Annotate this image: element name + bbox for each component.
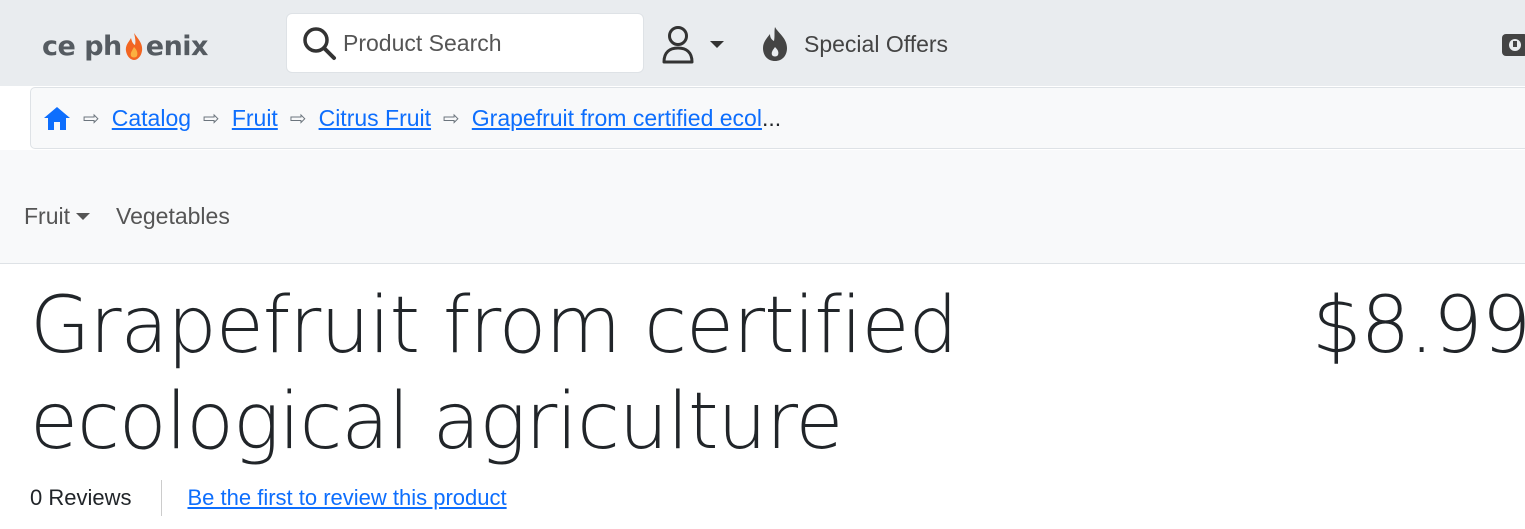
breadcrumb-separator: ⇨: [443, 107, 460, 130]
reviews-count: 0 Reviews: [30, 480, 163, 516]
home-icon[interactable]: [43, 105, 71, 131]
fire-icon: [763, 27, 787, 61]
special-offers-label: Special Offers: [804, 30, 949, 57]
breadcrumb-truncation: ...: [761, 104, 782, 131]
top-navbar: ce ph enix Special Offers: [0, 0, 1525, 86]
special-offers-link[interactable]: Special Offers: [758, 22, 948, 66]
breadcrumb-separator: ⇨: [83, 107, 100, 130]
product-reviews: 0 Reviews Be the first to review this pr…: [30, 480, 507, 516]
product-price: $8.99: [1312, 281, 1525, 371]
cart-icon[interactable]: [1500, 30, 1525, 60]
logo-text-left: ce ph: [42, 30, 122, 62]
chevron-down-icon: [710, 40, 724, 48]
category-nav-item-label: Vegetables: [116, 203, 230, 229]
chevron-down-icon: [76, 213, 90, 220]
product-search-box[interactable]: [286, 13, 644, 73]
category-nav-item-label: Fruit: [24, 203, 70, 229]
account-dropdown[interactable]: [660, 22, 724, 66]
logo-text-right: enix: [145, 30, 209, 62]
write-review-link[interactable]: Be the first to review this product: [187, 485, 506, 511]
category-nav-item-fruit[interactable]: Fruit: [24, 203, 90, 230]
search-icon[interactable]: [299, 23, 339, 63]
breadcrumb-link-current-product[interactable]: Grapefruit from certified ecol: [472, 105, 762, 132]
breadcrumb: ⇨ Catalog ⇨ Fruit ⇨ Citrus Fruit ⇨ Grape…: [30, 87, 1525, 149]
product-title: Grapefruit from certified ecological agr…: [30, 281, 958, 467]
breadcrumb-link-citrus-fruit[interactable]: Citrus Fruit: [319, 105, 431, 132]
category-nav: Fruit Vegetables: [0, 150, 1525, 264]
breadcrumb-link-catalog[interactable]: Catalog: [112, 105, 191, 132]
phoenix-flame-icon: [125, 33, 142, 60]
user-icon: [662, 26, 694, 64]
breadcrumb-separator: ⇨: [203, 107, 220, 130]
breadcrumb-link-fruit[interactable]: Fruit: [232, 105, 278, 132]
category-nav-item-vegetables[interactable]: Vegetables: [116, 203, 230, 230]
site-logo[interactable]: ce ph enix: [42, 26, 208, 66]
search-input[interactable]: [343, 29, 633, 57]
breadcrumb-separator: ⇨: [289, 107, 307, 130]
